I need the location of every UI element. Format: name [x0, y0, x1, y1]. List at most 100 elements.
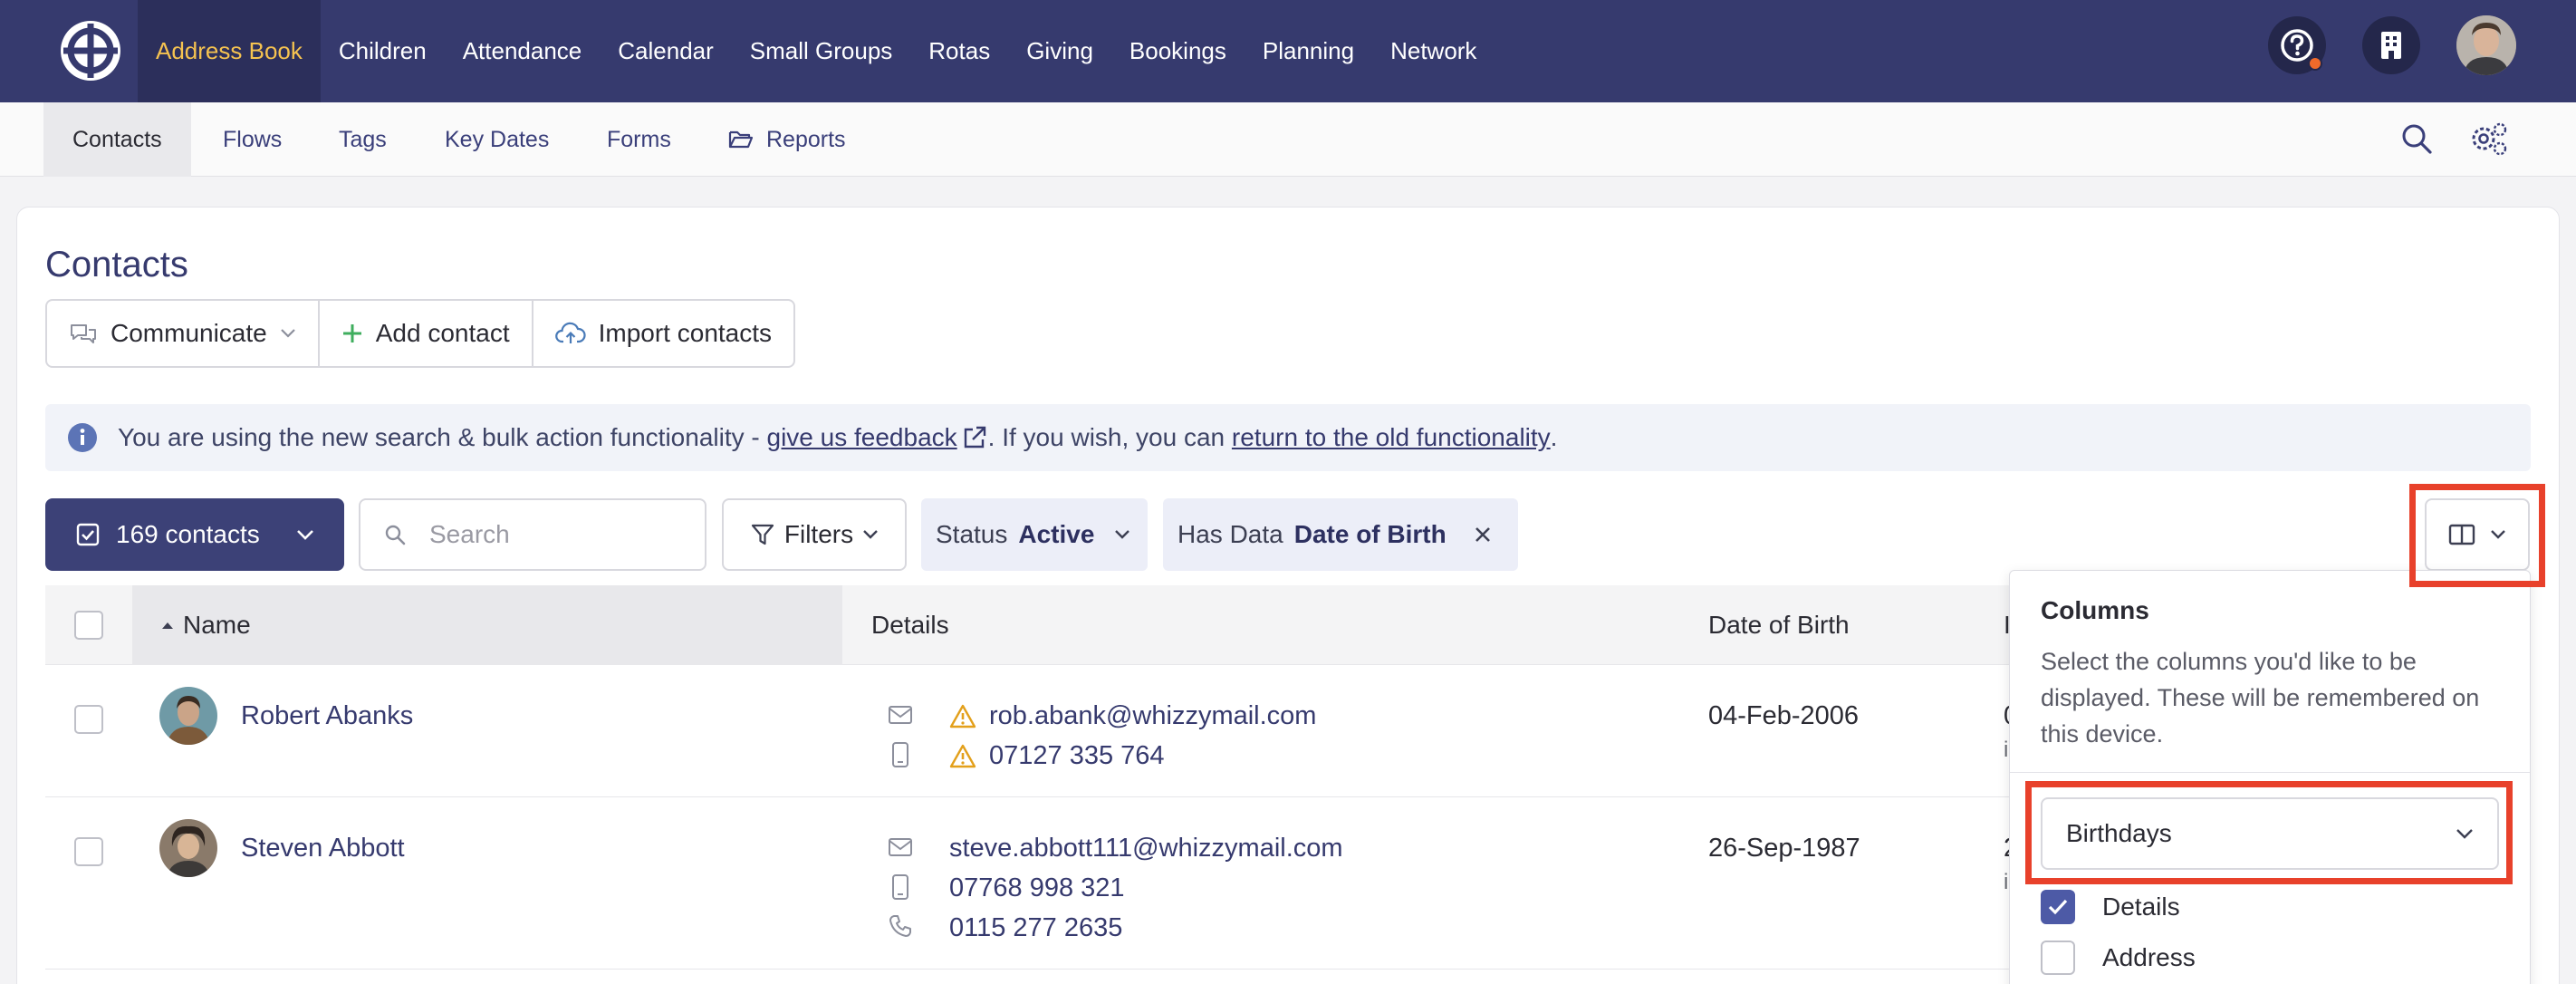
column-option-details[interactable]: Details [2041, 890, 2180, 924]
columns-icon [2448, 524, 2475, 545]
row-checkbox[interactable] [74, 837, 103, 866]
column-header-dob[interactable]: Date of Birth [1708, 585, 1850, 665]
nav-address-book[interactable]: Address Book [138, 0, 321, 102]
status-filter-label: Status [936, 520, 1008, 548]
add-contact-label: Add contact [375, 319, 510, 347]
popup-divider [2010, 772, 2530, 773]
nav-network[interactable]: Network [1372, 0, 1495, 102]
column-header-name-label: Name [183, 611, 251, 639]
communicate-label: Communicate [111, 319, 267, 347]
page-title: Contacts [45, 245, 188, 285]
checkmark-icon [2048, 899, 2068, 915]
contact-mobile-link[interactable]: 07768 998 321 [949, 873, 1125, 903]
search-input[interactable] [429, 520, 665, 549]
top-nav-menu: Address Book Children Attendance Calenda… [138, 0, 1495, 102]
contact-actions-group: Communicate Add contact Import contacts [45, 299, 796, 368]
search-icon[interactable] [2400, 122, 2433, 155]
info-text-prefix: You are using the new search & bulk acti… [118, 423, 767, 451]
nav-small-groups[interactable]: Small Groups [732, 0, 911, 102]
contact-phone-link[interactable]: 0115 277 2635 [949, 913, 1122, 943]
mobile-phone-icon [892, 742, 908, 767]
hasdata-filter-chip: Has Data Date of Birth [1163, 498, 1518, 571]
email-icon [889, 838, 912, 856]
columns-toggle-button[interactable] [2425, 498, 2530, 571]
column-preset-value: Birthdays [2066, 819, 2172, 847]
contact-email-link[interactable]: rob.abank@whizzymail.com [989, 701, 1316, 731]
chevron-down-icon [863, 530, 878, 539]
plus-icon [342, 324, 361, 342]
warning-icon [949, 744, 976, 768]
cloud-upload-icon [554, 322, 586, 343]
select-contacts-button[interactable]: 169 contacts [45, 498, 344, 571]
clipped-cell-subtext: i [2004, 738, 2009, 762]
notification-dot [2308, 56, 2322, 71]
contact-dob: 04-Feb-2006 [1708, 701, 1860, 730]
organisation-button[interactable] [2362, 16, 2420, 74]
contact-mobile-link[interactable]: 07127 335 764 [989, 741, 1165, 771]
column-details-checkbox[interactable] [2041, 890, 2075, 924]
mobile-phone-icon [892, 874, 908, 900]
chevron-down-icon [2456, 829, 2473, 839]
column-details-label: Details [2102, 892, 2180, 921]
contact-name-link[interactable]: Robert Abanks [241, 701, 413, 731]
search-field[interactable] [359, 498, 706, 571]
hasdata-filter-label: Has Data [1177, 520, 1283, 548]
tab-reports-label: Reports [766, 126, 846, 152]
hasdata-filter-value: Date of Birth [1293, 520, 1447, 548]
contacts-count: 169 contacts [116, 520, 260, 548]
tab-flows[interactable]: Flows [194, 102, 311, 177]
chevron-down-icon [296, 529, 313, 540]
communicate-button[interactable]: Communicate [47, 301, 320, 366]
nav-rotas[interactable]: Rotas [910, 0, 1008, 102]
column-address-checkbox[interactable] [2041, 941, 2075, 975]
app-logo-icon[interactable] [58, 18, 123, 83]
nav-bookings[interactable]: Bookings [1111, 0, 1245, 102]
email-icon [889, 706, 912, 724]
nav-children[interactable]: Children [321, 0, 445, 102]
feedback-link[interactable]: give us feedback [767, 423, 957, 452]
tab-key-dates[interactable]: Key Dates [416, 102, 578, 177]
columns-popup-description: Select the columns you'd like to be disp… [2041, 648, 2480, 748]
external-link-icon[interactable] [961, 424, 988, 451]
filters-label: Filters [783, 520, 854, 548]
sub-navbar: Contacts Flows Tags Key Dates Forms Repo… [0, 102, 2576, 177]
user-avatar[interactable] [2456, 15, 2516, 75]
column-header-name[interactable]: Name [161, 585, 251, 665]
tab-tags[interactable]: Tags [310, 102, 416, 177]
nav-planning[interactable]: Planning [1245, 0, 1372, 102]
nav-calendar[interactable]: Calendar [600, 0, 732, 102]
settings-gears-icon[interactable] [2469, 121, 2509, 157]
nav-attendance[interactable]: Attendance [445, 0, 601, 102]
import-contacts-label: Import contacts [598, 319, 773, 347]
filters-button[interactable]: Filters [722, 498, 907, 571]
column-header-details[interactable]: Details [871, 585, 949, 665]
folder-open-icon [728, 130, 754, 149]
add-contact-button[interactable]: Add contact [320, 301, 533, 366]
status-filter-value: Active [1018, 520, 1095, 548]
contact-dob: 26-Sep-1987 [1708, 834, 1860, 863]
info-text-middle: . If you wish, you can [987, 423, 1232, 451]
old-functionality-link[interactable]: return to the old functionality [1232, 423, 1551, 452]
checkbox-checked-icon [76, 523, 100, 546]
tab-reports[interactable]: Reports [699, 102, 875, 177]
help-button[interactable] [2268, 16, 2326, 74]
nav-giving[interactable]: Giving [1008, 0, 1111, 102]
import-contacts-button[interactable]: Import contacts [533, 301, 793, 366]
avatar [159, 819, 217, 877]
sort-asc-icon [162, 622, 173, 629]
tab-contacts[interactable]: Contacts [43, 102, 191, 177]
column-preset-select[interactable]: Birthdays [2041, 797, 2499, 870]
warning-icon [949, 704, 976, 728]
tab-forms[interactable]: Forms [578, 102, 700, 177]
remove-filter-close-icon[interactable] [1474, 526, 1492, 544]
column-address-label: Address [2102, 943, 2196, 971]
select-all-checkbox[interactable] [74, 611, 103, 640]
funnel-icon [751, 524, 774, 545]
contact-name-link[interactable]: Steven Abbott [241, 834, 405, 863]
status-filter-chip[interactable]: Status Active [921, 498, 1148, 571]
phone-icon [889, 915, 911, 937]
chevron-down-icon [2491, 530, 2505, 539]
column-option-address[interactable]: Address [2041, 941, 2196, 975]
row-checkbox[interactable] [74, 705, 103, 734]
contact-email-link[interactable]: steve.abbott111@whizzymail.com [949, 834, 1343, 863]
